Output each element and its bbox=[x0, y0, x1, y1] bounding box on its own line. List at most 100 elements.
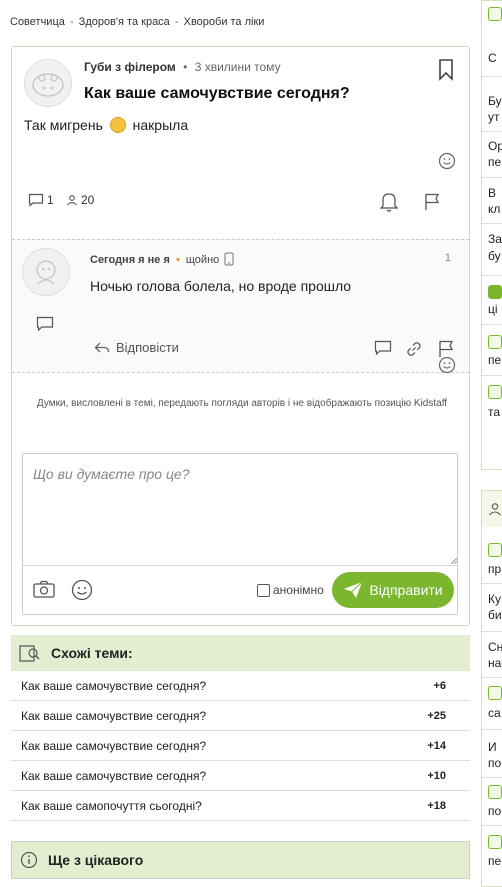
sidebar-divider bbox=[482, 76, 502, 77]
topic-body-text-after: накрыла bbox=[132, 117, 189, 133]
comment-author-avatar[interactable] bbox=[22, 248, 70, 296]
sidebar-topic-line[interactable]: са bbox=[488, 705, 502, 721]
emoji-picker-icon[interactable] bbox=[71, 579, 93, 601]
similar-topic-count: +18 bbox=[427, 799, 446, 812]
similar-topic-title[interactable]: Как ваше самочувствие сегодня? bbox=[21, 709, 206, 723]
camera-icon[interactable] bbox=[33, 580, 55, 598]
online-dot: • bbox=[175, 254, 180, 266]
quote-comment-icon[interactable] bbox=[374, 340, 392, 356]
topic-card: Губи з філером • 3 хвилини тому Как ваше… bbox=[11, 46, 470, 626]
reply-form: Що ви думаєте про це? анонімно Відправит… bbox=[22, 453, 458, 615]
send-button[interactable]: Відправити bbox=[332, 572, 454, 608]
more-interesting-header: Ще з цікавого bbox=[12, 842, 469, 878]
sidebar-topic-line[interactable]: За bbox=[488, 231, 502, 247]
sidebar-topic-line[interactable]: би bbox=[488, 607, 502, 623]
person-icon bbox=[67, 195, 77, 206]
sidebar-divider bbox=[482, 131, 502, 132]
comment-count-value: 1 bbox=[47, 193, 54, 207]
breadcrumb-item-health[interactable]: Здоров'я та краса bbox=[79, 16, 170, 28]
sidebar-topic-line[interactable]: В bbox=[488, 185, 502, 201]
sidebar-topic-line[interactable]: пе bbox=[488, 154, 502, 170]
person-panel-icon bbox=[489, 503, 501, 516]
sidebar-divider bbox=[482, 275, 502, 276]
sidebar-divider bbox=[482, 324, 502, 325]
sidebar-topic-icon bbox=[488, 543, 502, 557]
breadcrumb: Советчица - Здоров'я та краса - Хвороби … bbox=[10, 16, 264, 28]
similar-topic-count: +25 bbox=[427, 709, 446, 722]
comment-item: Сегодня я не я • щойно 1 Ночью голова бо… bbox=[12, 239, 469, 374]
sidebar-tab[interactable]: С bbox=[488, 50, 502, 66]
breadcrumb-item-diseases[interactable]: Хвороби та ліки bbox=[184, 16, 265, 28]
similar-topic-row[interactable]: Как ваше самочувствие сегодня? +25 bbox=[11, 701, 470, 731]
sidebar-topic-line[interactable]: по bbox=[488, 755, 502, 771]
smiley-reaction-icon[interactable] bbox=[438, 152, 456, 170]
link-icon[interactable] bbox=[406, 341, 422, 357]
reply-textarea[interactable]: Що ви думаєте про це? bbox=[23, 454, 457, 566]
similar-topic-title[interactable]: Как ваше самочувствие сегодня? bbox=[21, 679, 206, 693]
similar-topic-row[interactable]: Как ваше самочувствие сегодня? +6 bbox=[11, 671, 470, 701]
sidebar-topic-line[interactable]: пе bbox=[488, 352, 502, 368]
sidebar-divider bbox=[482, 825, 502, 826]
breadcrumb-separator: - bbox=[174, 16, 179, 28]
flag-icon[interactable] bbox=[424, 193, 440, 211]
similar-topic-count: +10 bbox=[427, 769, 446, 782]
sidebar-topic-icon bbox=[488, 835, 502, 849]
sidebar-topic-line[interactable]: Ку bbox=[488, 591, 502, 607]
similar-topics: Схожі теми: Как ваше самочувствие сегодн… bbox=[11, 635, 470, 821]
bookmark-icon[interactable] bbox=[438, 59, 454, 81]
sidebar-members-header bbox=[482, 491, 502, 527]
similar-topic-title[interactable]: Как ваше самопочуття сьогодні? bbox=[21, 799, 202, 813]
comment-text: Ночью голова болела, но вроде прошло bbox=[90, 278, 352, 294]
sidebar-topic-line[interactable]: Бу bbox=[488, 93, 502, 109]
sidebar-topic-line[interactable]: кл bbox=[488, 201, 502, 217]
sidebar-topic-line[interactable]: та bbox=[488, 404, 502, 420]
sidebar-topic-line[interactable]: ут bbox=[488, 109, 502, 125]
resize-handle-icon[interactable] bbox=[451, 558, 457, 564]
sidebar-topic-line[interactable]: на bbox=[488, 655, 502, 671]
more-interesting: Ще з цікавого bbox=[11, 841, 470, 879]
sidebar-divider bbox=[482, 631, 502, 632]
comment-bubble-small-icon[interactable] bbox=[36, 316, 54, 332]
similar-topic-title[interactable]: Как ваше самочувствие сегодня? bbox=[21, 769, 206, 783]
comment-author-line: Сегодня я не я • щойно bbox=[90, 252, 234, 266]
views-count: 20 bbox=[66, 193, 94, 207]
sidebar-topic-line[interactable]: ці bbox=[488, 301, 502, 317]
breadcrumb-item-sovetchitsa[interactable]: Советчица bbox=[10, 16, 65, 28]
sidebar-topic-line[interactable]: по bbox=[488, 803, 502, 819]
sidebar-topic-line[interactable]: пр bbox=[488, 561, 502, 577]
sidebar-topic-icon bbox=[488, 335, 502, 349]
comment-flag-icon[interactable] bbox=[438, 340, 454, 358]
similar-topic-count: +6 bbox=[433, 679, 446, 692]
similar-topic-row[interactable]: Как ваше самочувствие сегодня? +10 bbox=[11, 761, 470, 791]
similar-topic-title[interactable]: Как ваше самочувствие сегодня? bbox=[21, 739, 206, 753]
sidebar-topic-line[interactable]: бу bbox=[488, 248, 502, 264]
sidebar-divider bbox=[482, 729, 502, 730]
disclaimer: Думки, висловлені в темі, передають погл… bbox=[36, 398, 448, 409]
more-interesting-title: Ще з цікавого bbox=[48, 852, 144, 868]
hippo-avatar-icon bbox=[32, 73, 64, 97]
sidebar-topic-icon bbox=[488, 785, 502, 799]
author-avatar[interactable] bbox=[24, 59, 72, 107]
bell-icon[interactable] bbox=[379, 191, 399, 213]
post-time: 3 хвилини тому bbox=[194, 60, 281, 74]
post-author-name[interactable]: Губи з філером bbox=[84, 60, 176, 74]
main-content: Губи з філером • 3 хвилини тому Как ваше… bbox=[11, 46, 470, 626]
send-label: Відправити bbox=[369, 582, 443, 598]
sidebar-topic-line[interactable]: И bbox=[488, 739, 502, 755]
mobile-phone-icon bbox=[224, 252, 234, 266]
anonymous-checkbox-box[interactable] bbox=[257, 583, 270, 597]
reply-button[interactable]: Відповісти bbox=[94, 340, 179, 355]
comment-number[interactable]: 1 bbox=[445, 252, 451, 264]
comment-smiley-icon[interactable] bbox=[438, 356, 456, 374]
similar-topics-icon bbox=[19, 645, 40, 662]
sidebar-topic-line[interactable]: Ор bbox=[488, 138, 502, 154]
anonymous-checkbox[interactable]: анонімно bbox=[257, 583, 324, 597]
post-time-separator: • bbox=[183, 60, 188, 74]
comment-count[interactable]: 1 bbox=[28, 193, 54, 207]
sidebar-topic-line[interactable]: Сн bbox=[488, 639, 502, 655]
similar-topic-row[interactable]: Как ваше самопочуття сьогодні? +18 bbox=[11, 791, 470, 821]
similar-topic-row[interactable]: Как ваше самочувствие сегодня? +14 bbox=[11, 731, 470, 761]
post-author-line: Губи з філером • 3 хвилини тому bbox=[84, 60, 281, 74]
comment-author-name[interactable]: Сегодня я не я bbox=[90, 254, 170, 266]
sidebar-topic-line[interactable]: пе bbox=[488, 853, 502, 869]
